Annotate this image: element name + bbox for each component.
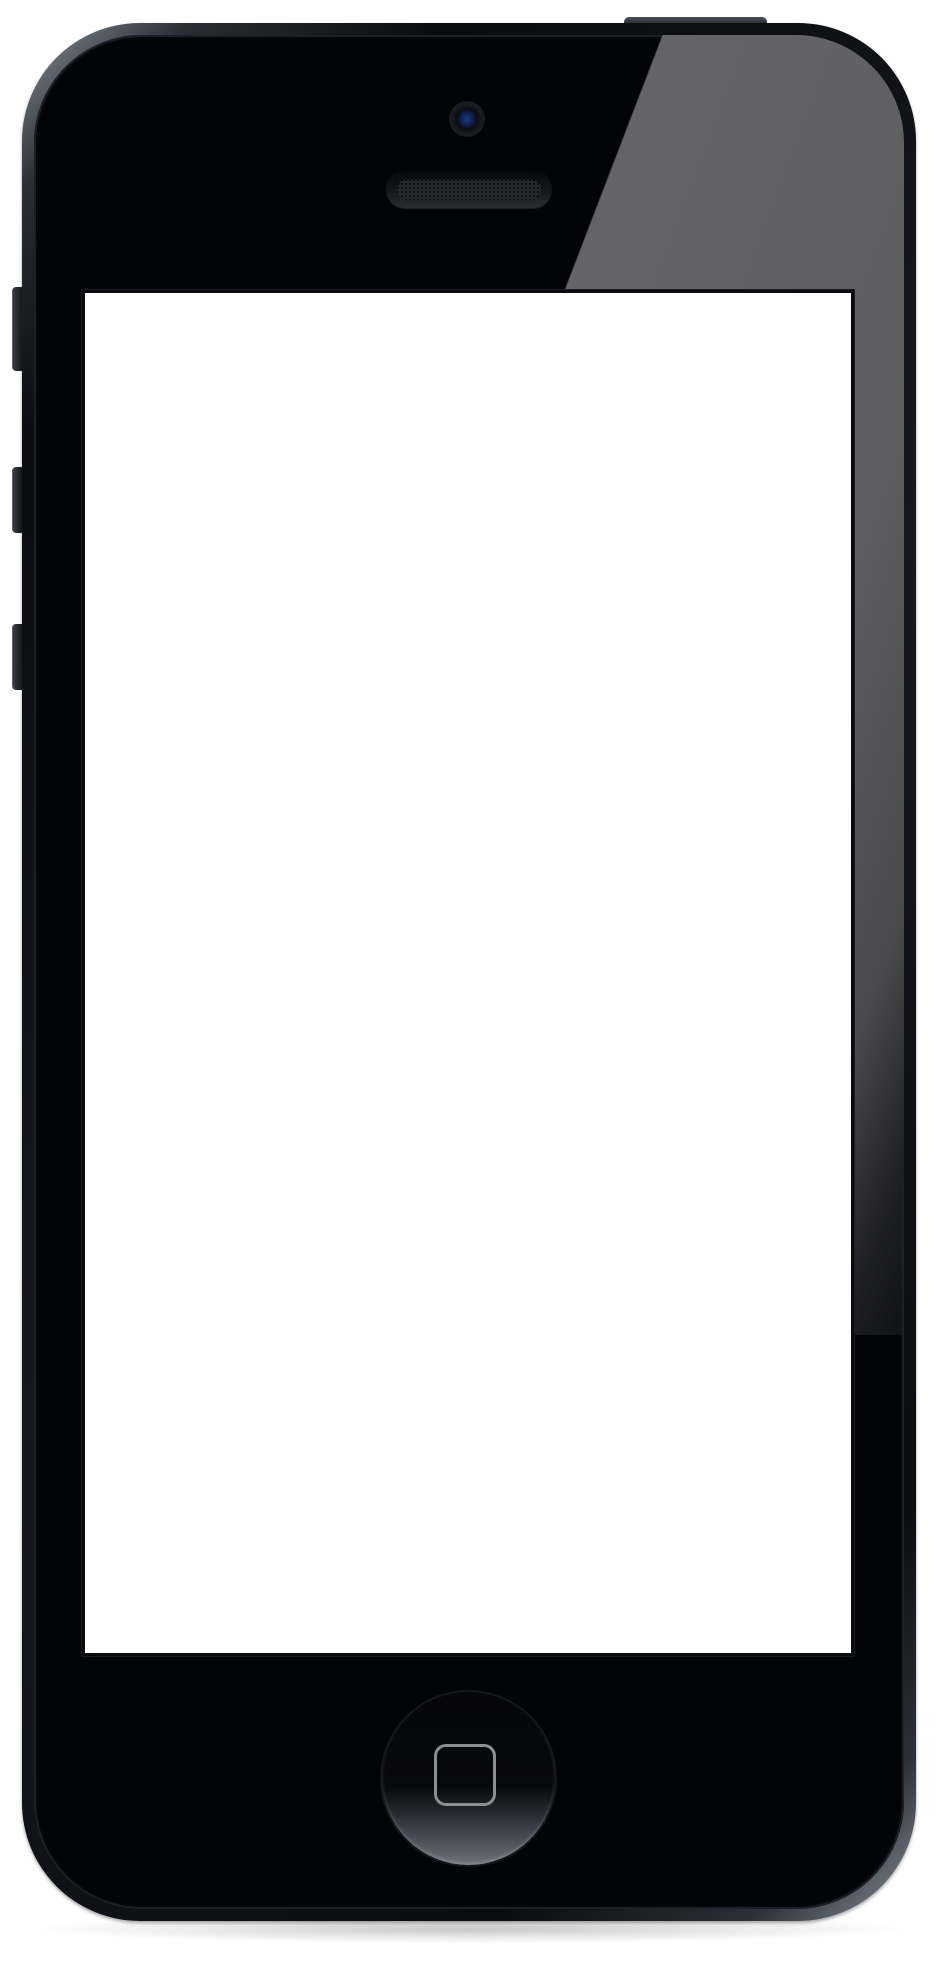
mockup-canvas bbox=[0, 0, 939, 1969]
earpiece-speaker-icon bbox=[386, 170, 552, 208]
phone-body bbox=[34, 35, 904, 1909]
phone-screen[interactable] bbox=[85, 293, 851, 1653]
front-camera-icon bbox=[449, 101, 485, 137]
home-button-icon bbox=[434, 1744, 496, 1806]
home-button[interactable] bbox=[382, 1692, 555, 1865]
speaker-grille bbox=[396, 178, 542, 200]
